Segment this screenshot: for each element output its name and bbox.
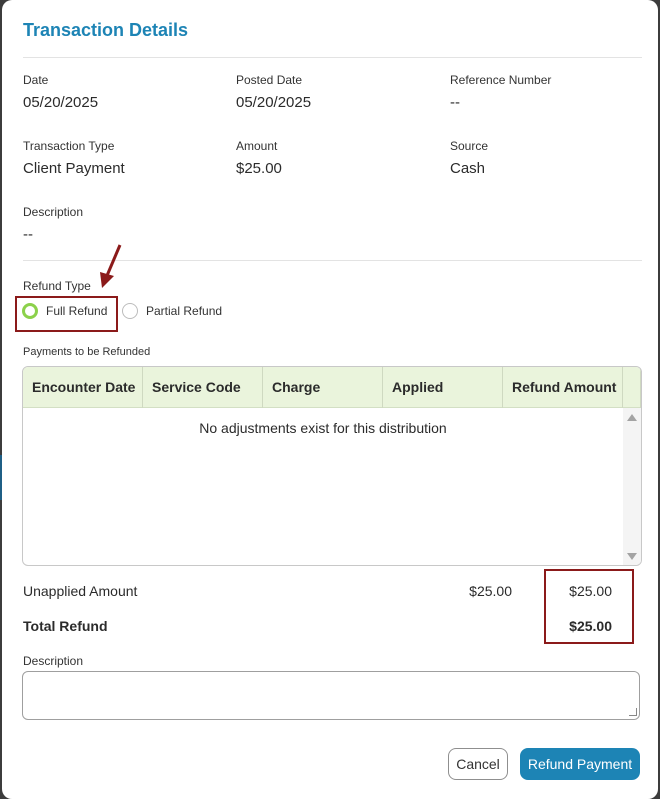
posted-date-label: Posted Date xyxy=(236,73,303,87)
transaction-type-label: Transaction Type xyxy=(23,139,115,153)
amount-label: Amount xyxy=(236,139,278,153)
total-refund-label: Total Refund xyxy=(23,618,108,634)
transaction-details-modal: Transaction Details Date 05/20/2025 Post… xyxy=(2,0,658,799)
title-divider xyxy=(23,57,642,58)
table-scrollbar[interactable] xyxy=(623,408,641,565)
column-header-applied[interactable]: Applied xyxy=(383,367,503,408)
scroll-down-icon[interactable] xyxy=(627,553,637,560)
partial-refund-label: Partial Refund xyxy=(146,304,223,318)
payments-table: Encounter Date Service Code Charge Appli… xyxy=(22,366,642,566)
annotation-arrow-icon xyxy=(100,244,122,288)
full-refund-highlight-box xyxy=(15,296,118,332)
refund-description-label: Description xyxy=(23,654,84,668)
reference-number-label: Reference Number xyxy=(450,73,552,87)
source-label: Source xyxy=(450,139,489,153)
posted-date-value: 05/20/2025 xyxy=(236,94,312,111)
refund-payment-button[interactable]: Refund Payment xyxy=(520,748,640,780)
column-header-spacer xyxy=(623,367,641,408)
column-header-service-code[interactable]: Service Code xyxy=(143,367,263,408)
transaction-type-value: Client Payment xyxy=(23,160,125,177)
cancel-button[interactable]: Cancel xyxy=(448,748,508,780)
unapplied-amount-label: Unapplied Amount xyxy=(23,583,138,599)
empty-table-message: No adjustments exist for this distributi… xyxy=(199,420,447,436)
amount-value: $25.00 xyxy=(236,160,282,177)
date-value: 05/20/2025 xyxy=(23,94,99,111)
modal-title: Transaction Details xyxy=(23,20,189,40)
column-header-charge[interactable]: Charge xyxy=(263,367,383,408)
description-value: -- xyxy=(23,226,33,243)
reference-number-value: -- xyxy=(450,94,460,111)
unapplied-amount-value: $25.00 xyxy=(469,583,512,599)
radio-unselected-icon xyxy=(122,303,138,319)
refund-totals-highlight-box xyxy=(544,569,634,644)
description-label: Description xyxy=(23,205,84,219)
scroll-up-icon[interactable] xyxy=(627,414,637,421)
resize-grip-icon[interactable] xyxy=(629,708,637,716)
source-value: Cash xyxy=(450,160,486,177)
date-label: Date xyxy=(23,73,49,87)
column-header-encounter-date[interactable]: Encounter Date xyxy=(23,367,143,408)
refund-description-input[interactable] xyxy=(22,671,640,720)
column-header-refund-amount[interactable]: Refund Amount xyxy=(503,367,623,408)
refund-type-label: Refund Type xyxy=(23,279,91,293)
payments-table-label: Payments to be Refunded xyxy=(23,346,151,358)
partial-refund-radio[interactable]: Partial Refund xyxy=(122,303,222,319)
table-header: Encounter Date Service Code Charge Appli… xyxy=(23,367,641,408)
table-body: No adjustments exist for this distributi… xyxy=(23,408,641,565)
